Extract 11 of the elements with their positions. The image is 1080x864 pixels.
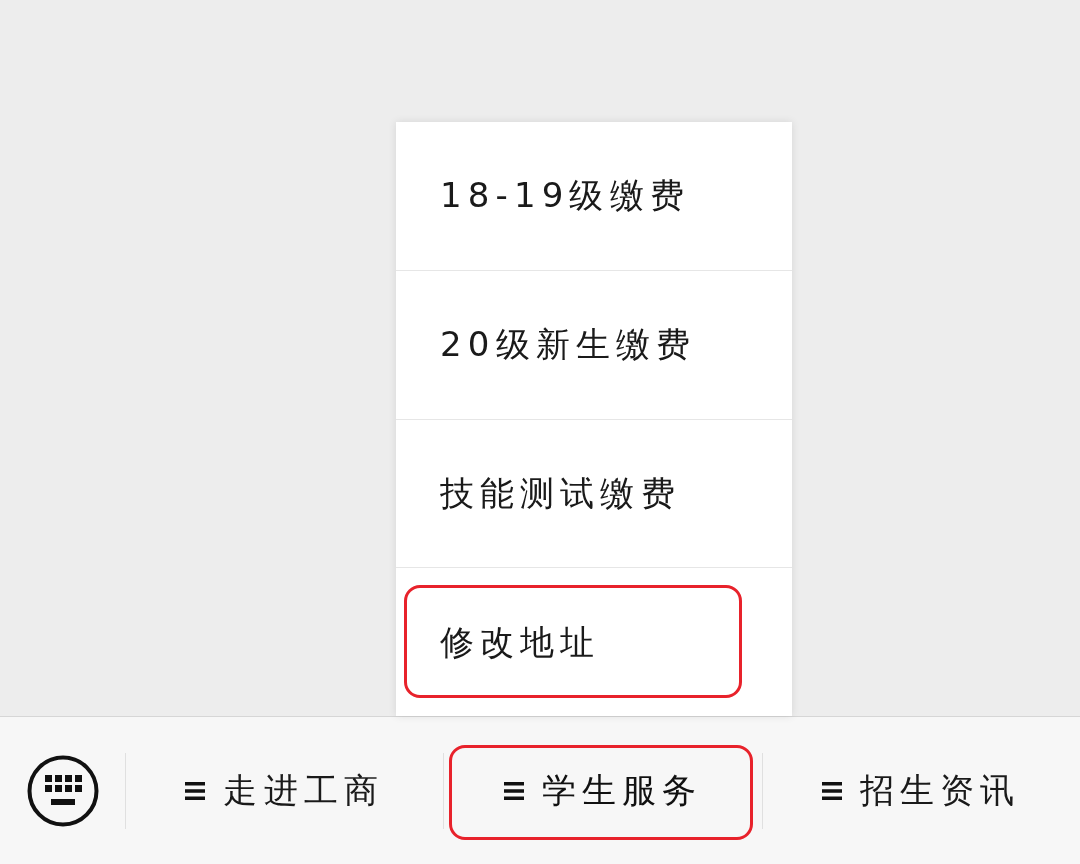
submenu-item[interactable]: 修改地址 (396, 568, 792, 716)
submenu-item[interactable]: 20级新生缴费 (396, 270, 792, 419)
menu-icon (822, 781, 843, 800)
submenu-item[interactable]: 18-19级缴费 (396, 122, 792, 270)
menu-bar-button[interactable]: 招生资讯 (762, 717, 1080, 864)
menu-icon (185, 781, 206, 800)
menu-icon (503, 781, 524, 800)
keyboard-icon[interactable] (26, 754, 99, 827)
menu-bar-button[interactable]: 走进工商 (126, 717, 444, 864)
submenu-item[interactable]: 技能测试缴费 (396, 419, 792, 568)
menu-bar-button[interactable]: 学生服务 (444, 717, 762, 864)
